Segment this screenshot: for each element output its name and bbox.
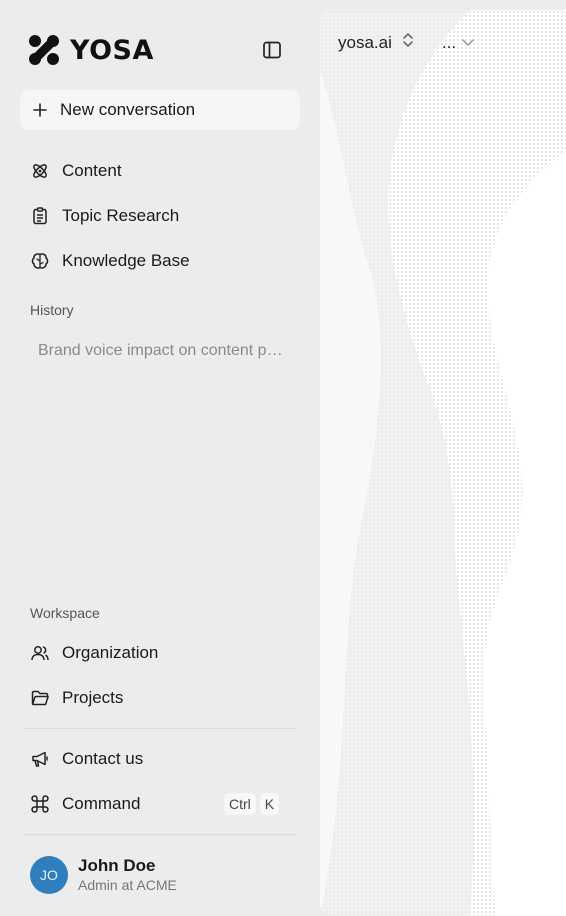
nav-item-organization[interactable]: Organization (30, 641, 158, 665)
chevron-up-down-icon (403, 33, 413, 47)
project-switcher[interactable] (400, 30, 416, 55)
collapse-sidebar-button[interactable] (262, 40, 284, 60)
sidebar-toggle-icon (263, 41, 281, 59)
new-conversation-button[interactable]: New conversation (20, 90, 300, 130)
command-shortcut: Ctrl K (224, 793, 280, 815)
topbar: yosa.ai ... (338, 30, 475, 55)
folder-icon (31, 690, 49, 706)
brand-name: YOSA (70, 34, 154, 66)
divider (24, 728, 296, 729)
megaphone-icon (32, 751, 48, 767)
user-menu[interactable]: JO John Doe Admin at ACME (30, 856, 177, 894)
sidebar: YOSA New conversation Content Topic Rese… (0, 0, 320, 916)
user-role: Admin at ACME (78, 877, 177, 893)
history-heading: History (30, 302, 74, 318)
nav-item-topic-research[interactable]: Topic Research (30, 204, 179, 228)
background-pattern (320, 10, 566, 916)
nav-item-label: Projects (62, 688, 124, 707)
nav-item-content[interactable]: Content (30, 159, 122, 183)
nav-item-label: Organization (62, 643, 159, 662)
nav-item-label: Knowledge Base (62, 251, 190, 270)
more-menu[interactable]: ... (442, 33, 475, 53)
brand-logo[interactable]: YOSA (28, 34, 154, 66)
more-label: ... (441, 32, 457, 52)
command-button[interactable]: Command (30, 792, 140, 816)
contact-us-button[interactable]: Contact us (30, 747, 143, 771)
nav-item-projects[interactable]: Projects (30, 686, 123, 710)
avatar: JO (30, 856, 68, 894)
nav-item-label: Content (62, 161, 122, 180)
nav-item-knowledge-base[interactable]: Knowledge Base (30, 249, 190, 273)
divider (24, 834, 296, 835)
command-icon (31, 795, 49, 813)
workspace-heading: Workspace (30, 605, 100, 621)
user-name: John Doe (78, 856, 156, 875)
plus-icon (33, 103, 47, 117)
brain-icon (31, 253, 49, 269)
project-name: yosa.ai (338, 32, 392, 52)
chevron-down-icon (462, 38, 474, 46)
users-icon (31, 646, 49, 661)
nav-item-label: Topic Research (62, 206, 180, 225)
kbd-ctrl: Ctrl (224, 793, 256, 815)
command-label: Command (62, 794, 141, 813)
clipboard-icon (33, 207, 47, 225)
yosa-logo-icon (29, 35, 59, 65)
main-panel: yosa.ai ... (320, 10, 566, 916)
history-item[interactable]: Brand voice impact on content performanc… (38, 342, 290, 360)
kbd-k: K (259, 793, 280, 815)
contact-us-label: Contact us (62, 749, 144, 768)
user-info: John Doe Admin at ACME (78, 856, 177, 894)
atom-icon (33, 164, 47, 178)
new-conversation-label: New conversation (60, 100, 196, 119)
